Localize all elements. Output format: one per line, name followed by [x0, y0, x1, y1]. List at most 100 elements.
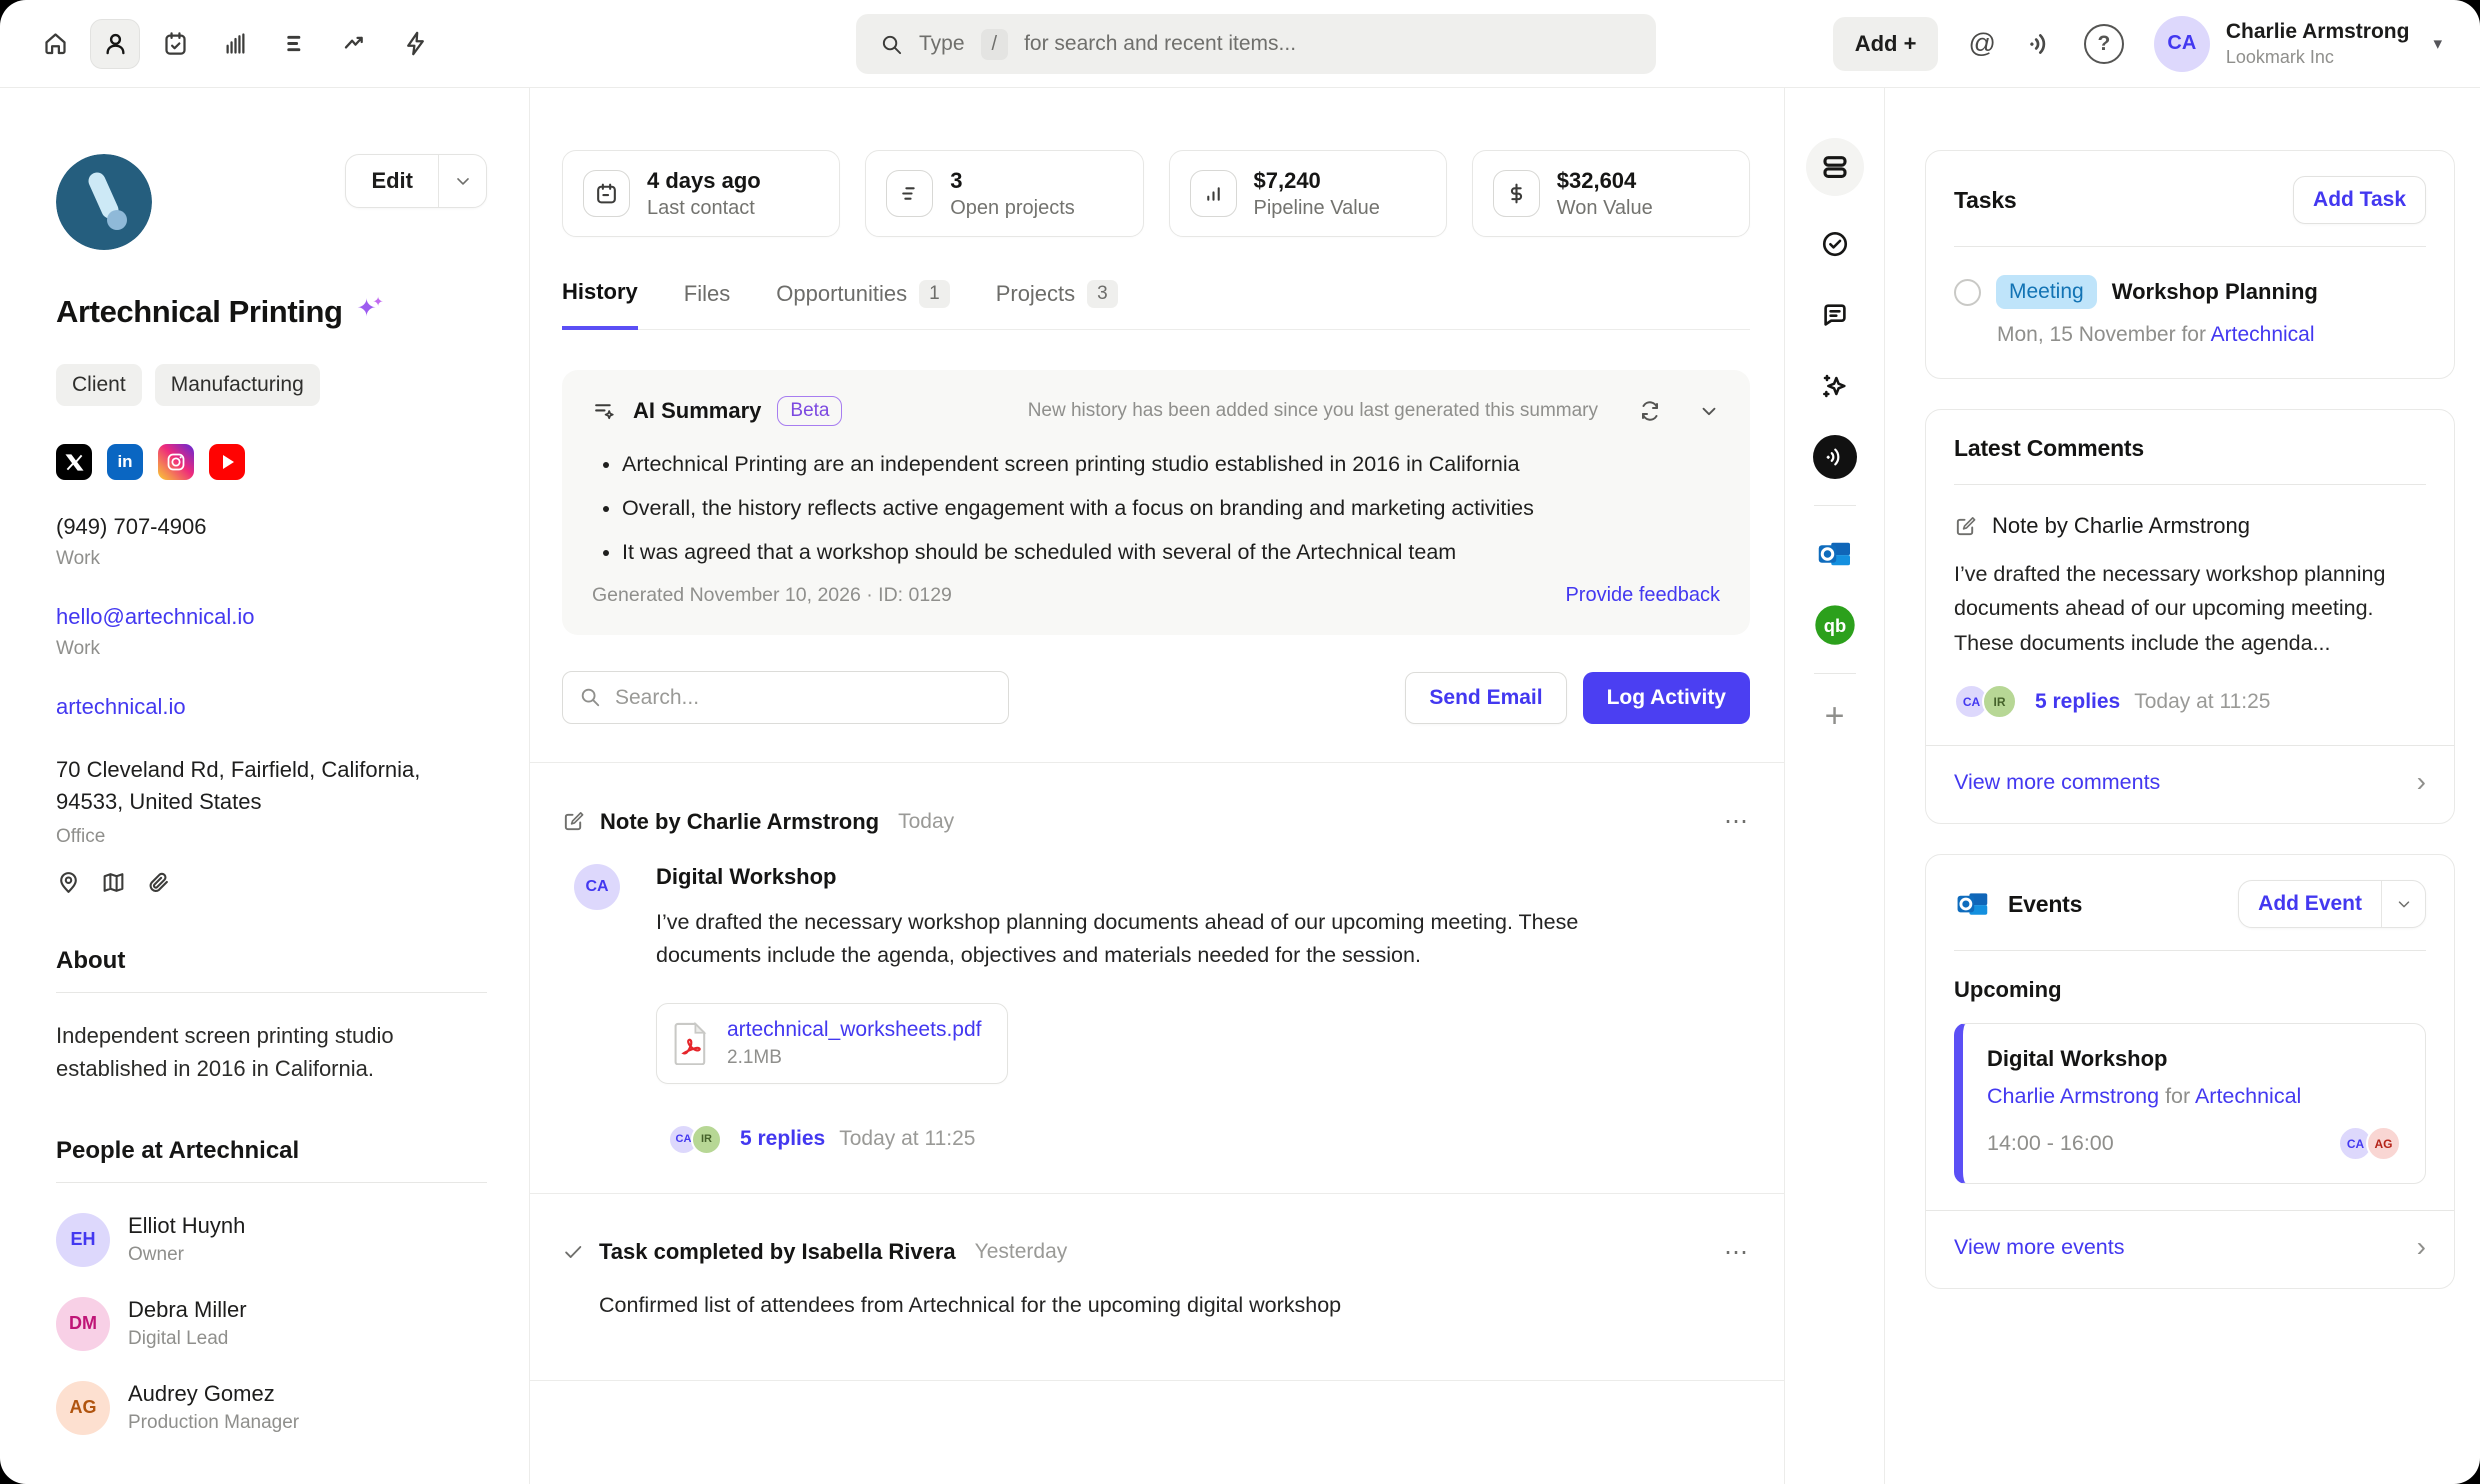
person-row-audrey[interactable]: AG Audrey Gomez Production Manager [56, 1381, 487, 1435]
divider [530, 762, 1784, 763]
people-icon[interactable] [90, 19, 140, 69]
add-event-chevron-icon[interactable] [2381, 881, 2425, 927]
tab-badge: 1 [919, 280, 950, 308]
person-row-elliot[interactable]: EH Elliot Huynh Owner [56, 1213, 487, 1267]
divider [530, 1193, 1784, 1194]
stat-open-projects[interactable]: 3Open projects [865, 150, 1143, 237]
add-task-button[interactable]: Add Task [2293, 176, 2426, 224]
automations-icon[interactable] [390, 19, 440, 69]
divider [1926, 1210, 2454, 1211]
mentions-icon[interactable]: @ [1968, 28, 1995, 59]
website-link[interactable]: artechnical.io [56, 694, 487, 720]
company-logo [56, 154, 152, 250]
tab-history[interactable]: History [562, 279, 638, 330]
email-link[interactable]: hello@artechnical.io [56, 604, 487, 630]
stat-won-value[interactable]: $32,604Won Value [1472, 150, 1750, 237]
add-button[interactable]: Add + [1833, 17, 1939, 71]
stat-last-contact[interactable]: 4 days agoLast contact [562, 150, 840, 237]
tab-opportunities[interactable]: Opportunities1 [776, 279, 949, 329]
divider [1814, 505, 1856, 506]
send-email-button[interactable]: Send Email [1405, 672, 1566, 724]
ai-summary-card: AI Summary Beta New history has been add… [562, 370, 1750, 635]
linkedin-icon[interactable]: in [107, 444, 143, 480]
youtube-icon[interactable] [209, 444, 245, 480]
broadcast-icon[interactable] [2026, 30, 2054, 58]
note-kind: Note by Charlie Armstrong [600, 809, 879, 835]
instagram-icon[interactable] [158, 444, 194, 480]
more-options-icon[interactable]: ⋯ [1724, 807, 1750, 836]
beta-badge: Beta [777, 396, 842, 426]
rail-overview-icon[interactable] [1806, 138, 1864, 196]
edit-chevron-icon[interactable] [438, 155, 486, 207]
record-tabs: History Files Opportunities1 Projects3 [562, 279, 1750, 330]
home-icon[interactable] [30, 19, 80, 69]
highlight-stats: 4 days agoLast contact 3Open projects $7… [562, 150, 1750, 237]
replies-link[interactable]: 5 replies [2035, 690, 2120, 714]
collapse-chevron-icon[interactable] [1698, 400, 1720, 422]
person-role: Production Manager [128, 1412, 299, 1434]
user-company: Lookmark Inc [2226, 47, 2410, 68]
calendar-icon [583, 170, 630, 217]
reports-icon[interactable] [210, 19, 260, 69]
history-search-input[interactable] [562, 671, 1009, 724]
tag-client[interactable]: Client [56, 364, 142, 406]
phone-value[interactable]: (949) 707-4906 [56, 514, 487, 540]
about-text: Independent screen printing studio estab… [56, 1019, 456, 1085]
about-heading: About [56, 947, 487, 975]
stat-pipeline-value[interactable]: $7,240Pipeline Value [1169, 150, 1447, 237]
record-sidebar: Edit Artechnical Printing ✦✦ Client Manu… [0, 88, 530, 1484]
event-record-link[interactable]: Artechnical [2195, 1084, 2301, 1108]
file-attachment[interactable]: artechnical_worksheets.pdf 2.1MB [656, 1003, 1008, 1084]
tab-files[interactable]: Files [684, 279, 730, 329]
event-person-link[interactable]: Charlie Armstrong [1987, 1084, 2159, 1108]
stat-value: 4 days ago [647, 168, 761, 194]
slash-key: / [981, 29, 1009, 60]
person-name: Audrey Gomez [128, 1381, 299, 1407]
divider [56, 1182, 487, 1183]
log-activity-button[interactable]: Log Activity [1583, 672, 1750, 724]
dollar-icon [1493, 170, 1540, 217]
rail-attio-app-icon[interactable] [1812, 434, 1858, 480]
help-icon[interactable]: ? [2084, 24, 2124, 64]
stat-label: Won Value [1557, 197, 1653, 220]
task-checkbox[interactable] [1954, 279, 1981, 306]
view-more-comments[interactable]: View more comments › [1954, 768, 2426, 798]
check-icon [562, 1241, 584, 1263]
rail-comments-icon[interactable] [1812, 292, 1858, 338]
tag-manufacturing[interactable]: Manufacturing [155, 364, 320, 406]
ai-bullet: It was agreed that a workshop should be … [622, 540, 1720, 565]
task-row[interactable]: Meeting Workshop Planning [1954, 275, 2426, 309]
activity-icon[interactable] [330, 19, 380, 69]
attachment-icon[interactable] [146, 870, 171, 895]
location-pin-icon[interactable] [56, 870, 81, 895]
person-row-debra[interactable]: DM Debra Miller Digital Lead [56, 1297, 487, 1351]
add-event-button[interactable]: Add Event [2238, 880, 2426, 928]
regenerate-icon[interactable] [1638, 399, 1662, 423]
event-avatar: AG [2366, 1126, 2401, 1161]
x-twitter-icon[interactable] [56, 444, 92, 480]
user-menu[interactable]: CA Charlie Armstrong Lookmark Inc ▾ [2154, 16, 2442, 72]
view-more-events[interactable]: View more events › [1954, 1233, 2426, 1263]
more-options-icon[interactable]: ⋯ [1724, 1238, 1750, 1267]
record-main-panel: 4 days agoLast contact 3Open projects $7… [530, 88, 1785, 1484]
primary-nav [30, 19, 440, 69]
lists-icon[interactable] [270, 19, 320, 69]
rail-ai-icon[interactable] [1812, 363, 1858, 409]
divider [1954, 950, 2426, 951]
map-icon[interactable] [101, 870, 126, 895]
events-heading: Events [2008, 891, 2082, 918]
rail-add-panel-icon[interactable]: + [1825, 699, 1845, 733]
event-item[interactable]: Digital Workshop Charlie Armstrong for A… [1954, 1023, 2426, 1184]
task-record-link[interactable]: Artechnical [2211, 323, 2315, 346]
rail-quickbooks-icon[interactable]: qb [1812, 602, 1858, 648]
rail-outlook-icon[interactable] [1812, 531, 1858, 577]
replies-link[interactable]: 5 replies [740, 1127, 825, 1151]
tab-projects[interactable]: Projects3 [996, 279, 1118, 329]
provide-feedback-link[interactable]: Provide feedback [1565, 584, 1720, 607]
caret-down-icon: ▾ [2433, 34, 2442, 54]
global-search-bar[interactable]: Type / for search and recent items... [856, 14, 1656, 74]
tasks-calendar-icon[interactable] [150, 19, 200, 69]
file-name: artechnical_worksheets.pdf [727, 1018, 981, 1042]
rail-tasks-icon[interactable] [1812, 221, 1858, 267]
edit-button[interactable]: Edit [345, 154, 487, 208]
